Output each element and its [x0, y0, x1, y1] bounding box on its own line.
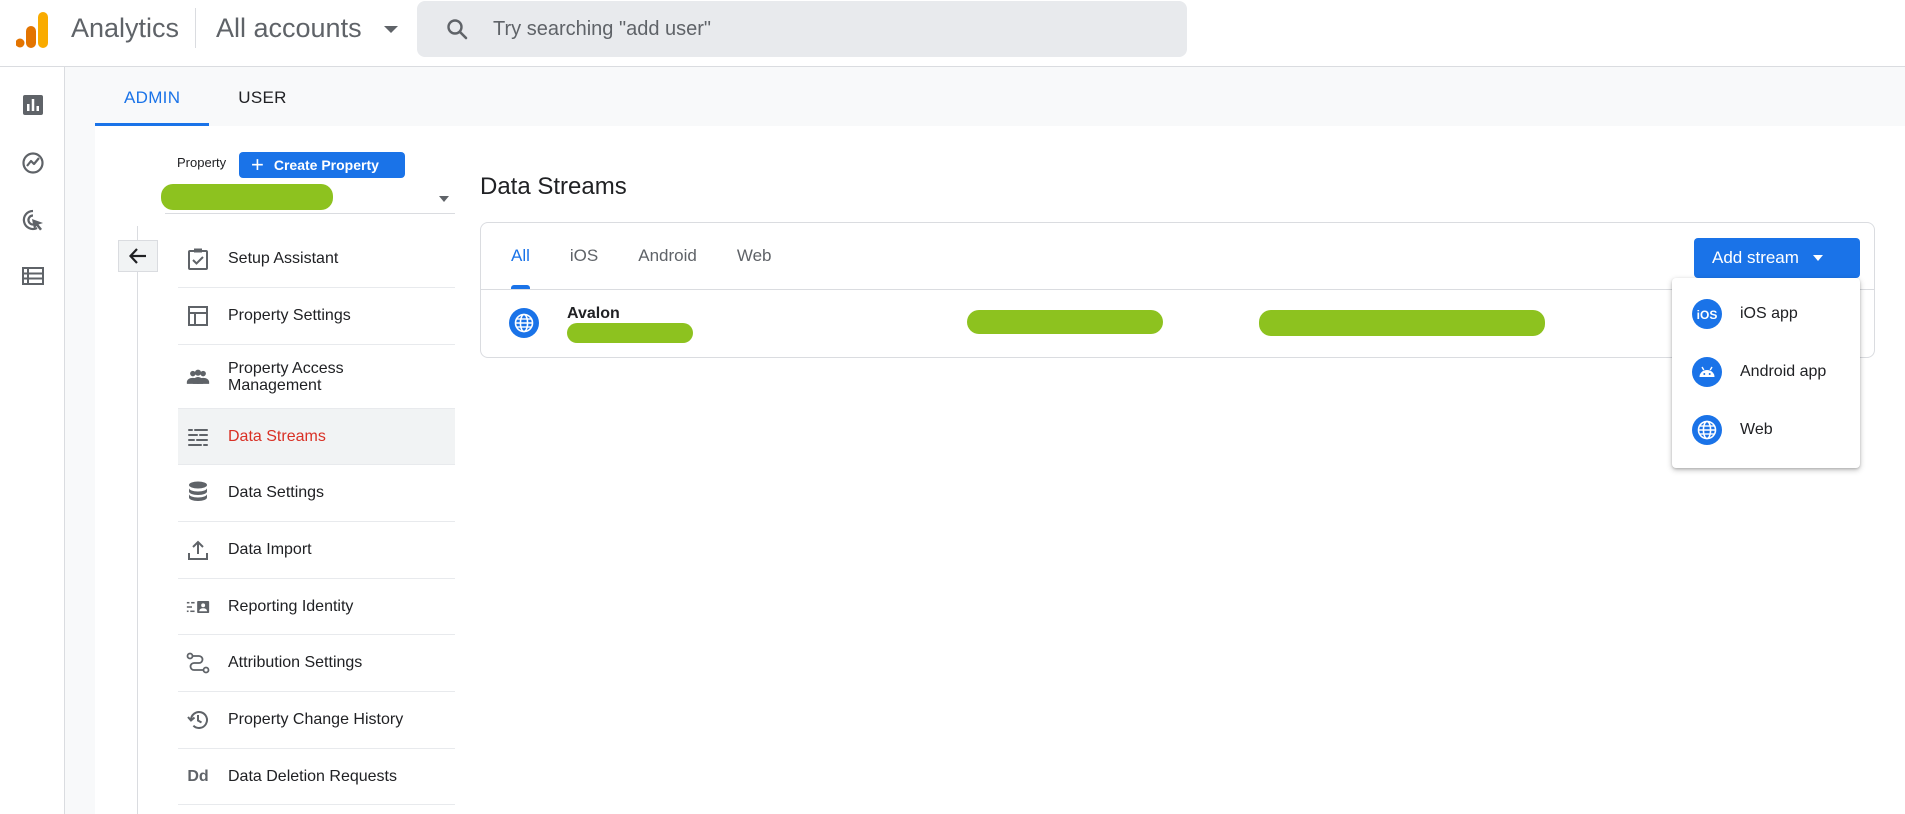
menu-item-label: Web: [1740, 421, 1773, 438]
layout-icon: [186, 304, 210, 328]
menu-item-label: Data Streams: [228, 427, 326, 445]
tab-web[interactable]: Web: [717, 223, 792, 289]
app-title: Analytics: [71, 13, 180, 43]
menu-item-ios-app[interactable]: iOS iOS app: [1672, 289, 1860, 339]
menu-item-data-import[interactable]: Data Import: [178, 522, 455, 579]
menu-item-web[interactable]: Web: [1672, 405, 1860, 455]
menu-item-property-access-management[interactable]: Property Access Management: [178, 345, 455, 409]
history-icon: [186, 708, 210, 732]
menu-item-reporting-identity[interactable]: Reporting Identity: [178, 579, 455, 635]
add-stream-menu: iOS iOS app Android app Web: [1672, 278, 1860, 468]
configure-icon[interactable]: [21, 264, 45, 288]
search-bar[interactable]: [417, 1, 1187, 57]
menu-item-label: Data Deletion Requests: [228, 767, 397, 785]
streams-icon: [186, 425, 210, 449]
plus-icon: +: [251, 152, 264, 177]
search-input[interactable]: [493, 9, 1153, 49]
menu-item-data-deletion-requests[interactable]: Dd Data Deletion Requests: [178, 749, 455, 805]
caret-down-icon: [439, 196, 449, 202]
menu-item-setup-assistant[interactable]: Setup Assistant: [178, 231, 455, 288]
redacted-property-name: [161, 184, 333, 210]
identity-icon: [186, 595, 210, 619]
account-selector[interactable]: All accounts: [216, 13, 398, 44]
caret-down-icon: [383, 26, 398, 33]
tab-all[interactable]: All: [491, 223, 550, 289]
property-label: Property: [177, 155, 227, 170]
tab-user[interactable]: USER: [209, 75, 315, 126]
menu-item-android-app[interactable]: Android app: [1672, 347, 1860, 397]
upload-icon: [186, 538, 210, 562]
tab-ios[interactable]: iOS: [550, 223, 618, 289]
tab-android[interactable]: Android: [618, 223, 717, 289]
menu-item-label: Android app: [1740, 363, 1827, 380]
redacted-measurement-id: [1259, 310, 1545, 336]
explore-icon[interactable]: [21, 151, 45, 175]
create-property-button[interactable]: + Create Property: [239, 152, 405, 178]
menu-item-property-settings[interactable]: Property Settings: [178, 288, 455, 345]
admin-user-tabs: ADMIN USER: [95, 75, 316, 126]
stream-type-tabs: All iOS Android Web: [491, 223, 792, 289]
redacted-stream-url: [567, 323, 693, 343]
advertising-icon[interactable]: [21, 208, 45, 232]
attribution-icon: [186, 651, 210, 675]
menu-item-data-streams[interactable]: Data Streams: [178, 409, 455, 465]
property-selector[interactable]: [161, 184, 455, 214]
reports-icon[interactable]: [21, 93, 45, 117]
search-icon: [447, 19, 468, 40]
analytics-logo-icon[interactable]: [16, 12, 50, 48]
menu-item-label: Attribution Settings: [228, 654, 363, 671]
add-stream-label: Add stream: [1712, 248, 1799, 267]
menu-item-data-settings[interactable]: Data Settings: [178, 465, 455, 522]
menu-item-label: Reporting Identity: [228, 597, 354, 615]
ios-icon-text: iOS: [1697, 308, 1718, 322]
menu-item-label: Data Import: [228, 541, 312, 558]
admin-panel: Property + Create Property Setup Assista…: [95, 126, 1905, 814]
back-button[interactable]: [118, 240, 158, 272]
menu-divider: [137, 226, 138, 814]
caret-down-icon: [1812, 255, 1823, 261]
dd-icon: Dd: [187, 767, 209, 785]
menu-item-attribution-settings[interactable]: Attribution Settings: [178, 635, 455, 692]
arrow-back-icon: [128, 248, 146, 264]
page-title: Data Streams: [480, 173, 627, 200]
create-property-label: Create Property: [273, 157, 379, 173]
globe-icon: [509, 308, 539, 338]
tab-admin[interactable]: ADMIN: [95, 75, 210, 126]
left-nav-rail: [0, 67, 65, 814]
stream-name: Avalon: [567, 305, 620, 322]
menu-item-label: Property Settings: [228, 307, 351, 324]
people-icon: [186, 365, 210, 389]
menu-item-label: Property Change History: [228, 711, 404, 728]
globe-icon: [1692, 415, 1722, 445]
property-menu: Setup Assistant Property Settings Proper…: [178, 231, 455, 805]
menu-item-property-change-history[interactable]: Property Change History: [178, 692, 455, 749]
stream-row[interactable]: Avalon: [481, 290, 1874, 358]
menu-item-label: Property Access Management: [228, 359, 344, 394]
data-streams-card: All iOS Android Web Add stream Avalon: [480, 222, 1875, 358]
ios-icon: iOS: [1692, 299, 1722, 329]
menu-item-label: Data Settings: [228, 484, 325, 501]
redacted-stream-id: [967, 310, 1163, 334]
android-icon: [1692, 357, 1722, 387]
database-icon: [186, 481, 210, 505]
header-divider: [195, 8, 196, 48]
top-bar: Analytics All accounts: [0, 0, 1905, 67]
add-stream-button[interactable]: Add stream: [1694, 238, 1860, 278]
account-selector-label: All accounts: [216, 13, 362, 43]
checklist-icon: [186, 247, 210, 271]
menu-item-label: iOS app: [1740, 305, 1798, 322]
menu-item-label: Setup Assistant: [228, 250, 339, 267]
